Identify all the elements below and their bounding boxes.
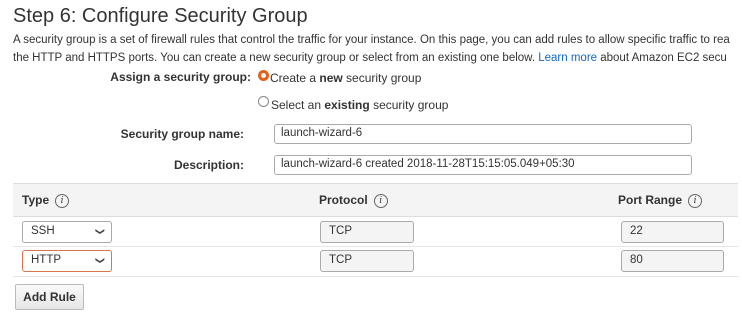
type-select-value: HTTP: [31, 254, 62, 266]
learn-more-link[interactable]: Learn more: [538, 52, 597, 64]
description-input[interactable]: launch-wizard-6 created 2018-11-28T15:15…: [274, 155, 692, 175]
column-header-protocol: Protocol i: [319, 193, 388, 208]
radio-label-suffix: security group: [369, 98, 449, 112]
chevron-down-icon: ❯: [95, 227, 106, 236]
page-title: Step 6: Configure Security Group: [13, 5, 308, 27]
info-icon[interactable]: i: [688, 193, 703, 208]
column-header-type: Type i: [22, 193, 70, 208]
radio-button-unselected[interactable]: [258, 96, 269, 107]
type-select[interactable]: SSH ❯: [22, 221, 112, 243]
page-description: A security group is a set of firewall ru…: [13, 31, 730, 67]
protocol-header-label: Protocol: [319, 193, 368, 207]
info-icon[interactable]: i: [373, 193, 388, 208]
radio-create-new-label: Create a new security group: [270, 71, 421, 85]
column-header-port-range: Port Range i: [618, 193, 703, 208]
row-divider: [13, 276, 738, 277]
description-line-2: the HTTP and HTTPS ports. You can create…: [13, 49, 730, 67]
description-label: Description:: [173, 158, 244, 172]
chevron-down-icon: ❯: [95, 256, 106, 265]
protocol-field: TCP: [320, 250, 414, 272]
row-divider: [13, 246, 738, 247]
port-range-header-label: Port Range: [618, 193, 683, 207]
assign-security-group-label: Assign a security group:: [110, 70, 251, 84]
description-text: the HTTP and HTTPS ports. You can create…: [13, 52, 539, 64]
type-header-label: Type: [22, 193, 50, 207]
security-group-name-label: Security group name:: [120, 127, 244, 141]
radio-label-bold: new: [319, 71, 343, 85]
radio-label-bold: existing: [324, 98, 370, 112]
description-text-tail: about Amazon EC2 secu: [597, 52, 727, 64]
description-line-1: A security group is a set of firewall ru…: [13, 34, 730, 46]
radio-label-prefix: Select an: [271, 98, 325, 112]
info-icon[interactable]: i: [55, 193, 70, 208]
radio-select-existing-label: Select an existing security group: [271, 98, 448, 112]
security-group-name-input[interactable]: launch-wizard-6: [274, 124, 692, 144]
radio-label-suffix: security group: [342, 71, 422, 85]
type-select-value: SSH: [31, 225, 55, 237]
port-range-field: 80: [621, 250, 724, 272]
add-rule-button[interactable]: Add Rule: [15, 284, 84, 310]
radio-label-prefix: Create a: [270, 71, 320, 85]
radio-button-selected[interactable]: [258, 70, 269, 81]
port-range-field: 22: [621, 221, 724, 243]
protocol-field: TCP: [320, 221, 414, 243]
type-select[interactable]: HTTP ❯: [22, 250, 112, 272]
